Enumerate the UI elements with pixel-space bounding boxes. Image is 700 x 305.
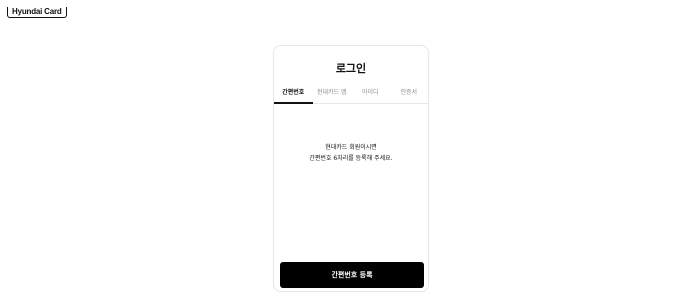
page-title: 로그인: [335, 62, 367, 75]
pin-registration-message: 현대카드 회원이시면 간편번호 6자리를 등록해 주세요.: [274, 142, 428, 164]
tab-certificate[interactable]: 인증서: [390, 86, 429, 103]
login-method-tabs: 간편번호 현대카드 앱 아이디 인증서: [274, 86, 428, 104]
message-line-2: 간편번호 6자리를 등록해 주세요.: [309, 155, 393, 162]
login-card: 로그인 간편번호 현대카드 앱 아이디 인증서 현대카드 회원이시면 간편번호 …: [273, 45, 429, 292]
tab-id[interactable]: 아이디: [351, 86, 390, 103]
tab-hyundaicard-app[interactable]: 현대카드 앱: [313, 86, 352, 103]
tab-simple-pin[interactable]: 간편번호: [274, 86, 313, 104]
register-pin-button[interactable]: 간편번호 등록: [280, 262, 424, 288]
message-line-1: 현대카드 회원이시면: [325, 144, 377, 151]
hyundai-card-logo[interactable]: Hyundai Card: [7, 7, 67, 18]
login-page: Hyundai Card 로그인 간편번호 현대카드 앱 아이디 인증서 현대카…: [0, 0, 700, 305]
